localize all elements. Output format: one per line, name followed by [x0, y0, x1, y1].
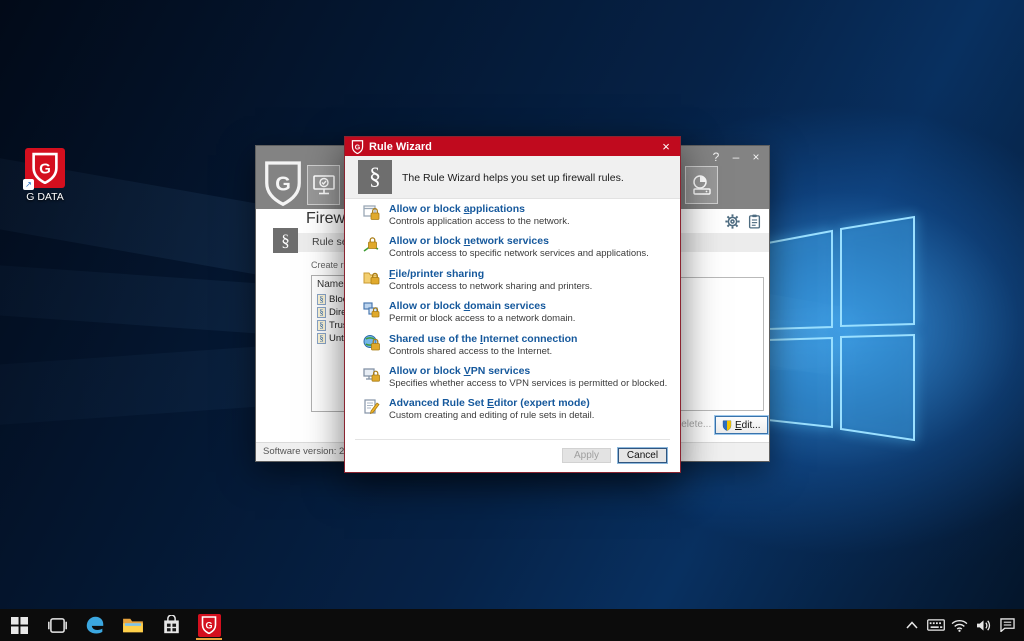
option-shared-internet-connection[interactable]: Shared use of the Internet connection Co…	[345, 333, 680, 365]
desktop-shortcut-gdata[interactable]: G ↗ G DATA	[16, 148, 74, 203]
help-button[interactable]: ?	[709, 150, 723, 164]
minimize-button[interactable]: –	[729, 150, 743, 164]
network-lock-icon	[363, 236, 380, 253]
option-advanced-rule-set-editor[interactable]: Advanced Rule Set Editor (expert mode) C…	[345, 397, 680, 429]
touch-keyboard-icon	[927, 619, 945, 631]
svg-text:G: G	[275, 174, 291, 196]
rule-set-page-icon: §	[317, 307, 326, 318]
chevron-up-icon	[906, 621, 918, 629]
folder-printer-icon	[363, 269, 380, 286]
backup-module-button[interactable]	[685, 166, 718, 204]
svg-text:G: G	[355, 144, 361, 151]
windows-hero-logo	[750, 205, 940, 455]
rule-wizard-dialog: G Rule Wizard × § The Rule Wizard helps …	[344, 136, 681, 473]
edit-label: dit...	[742, 420, 761, 431]
option-allow-block-network-services[interactable]: Allow or block network services Controls…	[345, 235, 680, 267]
backup-disk-icon	[690, 173, 714, 197]
task-view-icon	[48, 617, 67, 634]
rule-set-page-icon: §	[317, 294, 326, 305]
rule-editor-icon	[363, 398, 380, 415]
close-icon[interactable]: ×	[652, 137, 680, 156]
desktop-shortcut-label: G DATA	[16, 191, 74, 203]
security-center-module-button[interactable]	[307, 165, 340, 205]
edit-button[interactable]: Edit...	[715, 416, 768, 434]
file-explorer-button[interactable]	[114, 609, 152, 641]
store-bag-icon	[162, 615, 181, 635]
svg-text:G: G	[205, 621, 212, 631]
tray-action-center-button[interactable]	[997, 611, 1018, 639]
action-center-icon	[1000, 618, 1015, 632]
cancel-button[interactable]: Cancel	[618, 448, 667, 463]
rule-set-page-icon: §	[317, 333, 326, 344]
edge-icon	[84, 614, 106, 636]
option-allow-block-vpn-services[interactable]: Allow or block VPN services Specifies wh…	[345, 365, 680, 397]
gear-icon[interactable]	[725, 214, 740, 229]
rule-wizard-titlebar: G Rule Wizard	[345, 137, 680, 156]
application-lock-icon	[363, 204, 380, 221]
vpn-lock-icon	[363, 366, 380, 383]
section-sign-icon: §	[358, 160, 392, 194]
clipboard-icon[interactable]	[748, 214, 761, 229]
gdata-logo-icon: G	[263, 159, 303, 212]
task-view-button[interactable]	[38, 609, 76, 641]
start-button[interactable]	[0, 609, 38, 641]
tray-wifi-button[interactable]	[949, 611, 970, 639]
speaker-icon	[976, 619, 991, 632]
rule-wizard-header: § The Rule Wizard helps you set up firew…	[345, 156, 680, 199]
store-button[interactable]	[152, 609, 190, 641]
domain-computers-icon	[363, 301, 380, 318]
wizard-intro-text: The Rule Wizard helps you set up firewal…	[402, 156, 624, 199]
globe-lock-icon	[363, 334, 380, 351]
windows-logo-icon	[11, 617, 28, 634]
tray-volume-button[interactable]	[973, 611, 994, 639]
gdata-shield-icon: G ↗	[25, 148, 65, 188]
option-allow-block-domain-services[interactable]: Allow or block domain services Permit or…	[345, 300, 680, 332]
rule-set-page-icon: §	[317, 320, 326, 331]
option-file-printer-sharing[interactable]: File/printer sharing Controls access to …	[345, 268, 680, 300]
apply-button[interactable]: Apply	[562, 448, 611, 463]
button-separator	[355, 439, 670, 440]
tray-keyboard-button[interactable]	[925, 611, 946, 639]
svg-text:G: G	[39, 161, 51, 177]
gdata-shield-icon: G	[351, 140, 364, 154]
folder-icon	[122, 616, 144, 634]
running-app-indicator	[196, 638, 222, 640]
taskbar: G	[0, 609, 1024, 641]
firewall-titlebar-buttons: ? – ×	[709, 150, 763, 164]
system-tray	[901, 611, 1024, 639]
gdata-app-button[interactable]: G	[190, 609, 228, 641]
option-allow-block-applications[interactable]: Allow or block applications Controls app…	[345, 203, 680, 235]
gdata-shield-icon: G	[198, 614, 221, 637]
dialog-title: Rule Wizard	[369, 141, 432, 153]
close-button[interactable]: ×	[749, 150, 763, 164]
uac-shield-icon	[722, 420, 732, 431]
monitor-check-icon	[312, 173, 336, 197]
edit-access-key: E	[735, 420, 742, 431]
wifi-icon	[951, 619, 968, 632]
wizard-options-list: Allow or block applications Controls app…	[345, 203, 680, 430]
tray-chevron-button[interactable]	[901, 611, 922, 639]
section-sign-icon: §	[273, 228, 298, 253]
edge-button[interactable]	[76, 609, 114, 641]
shortcut-arrow-icon: ↗	[23, 179, 34, 190]
